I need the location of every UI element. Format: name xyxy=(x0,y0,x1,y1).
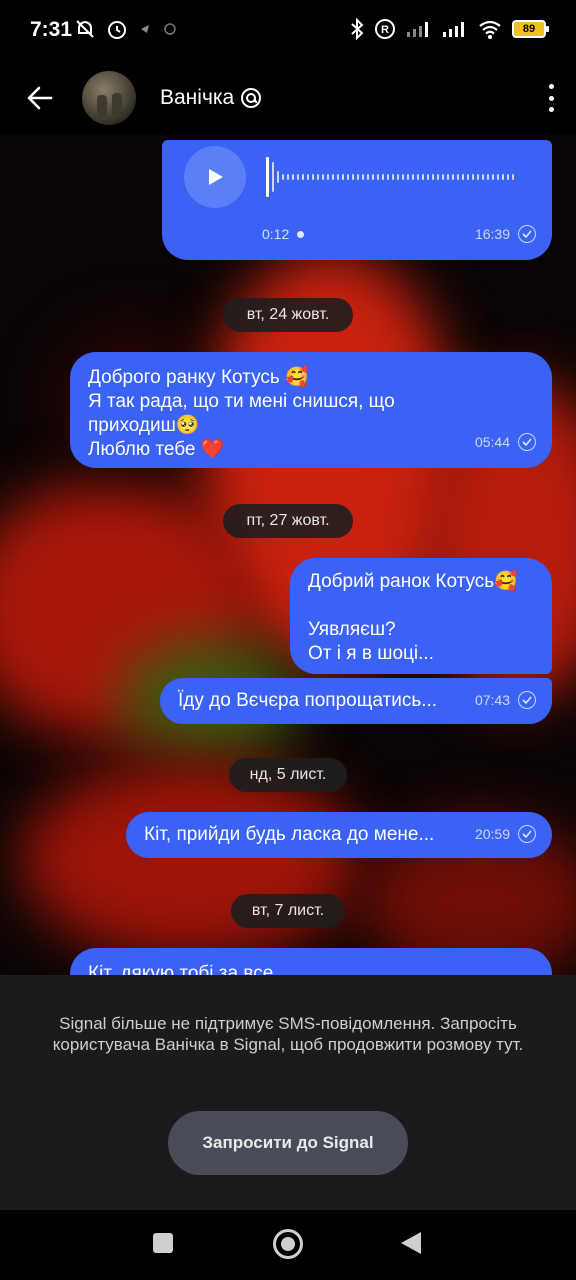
conversation-header: Ванічка xyxy=(0,62,576,134)
message-text-line: Люблю тебе ❤️ xyxy=(88,439,225,460)
date-separator: вт, 7 лист. xyxy=(231,894,345,928)
date-separator: пт, 27 жовт. xyxy=(223,504,353,538)
message-text-line: Доброго ранку Котусь 🥰 xyxy=(88,367,309,388)
status-time: 7:31 xyxy=(30,18,73,41)
signal-icon xyxy=(406,18,432,40)
message-meta: 16:39 xyxy=(475,222,536,246)
system-back-button[interactable] xyxy=(401,1232,421,1254)
sync-icon xyxy=(162,18,178,40)
contact-name-label: Ванічка xyxy=(160,86,235,109)
battery-icon: 89 xyxy=(512,20,549,38)
message-text-line: Добрий ранок Котусь🥰 xyxy=(308,571,518,592)
voice-waveform[interactable] xyxy=(266,154,526,200)
date-label: пт, 27 жовт. xyxy=(246,512,330,529)
date-separator: вт, 24 жовт. xyxy=(223,298,353,332)
play-button[interactable] xyxy=(184,146,246,208)
message-bubble[interactable]: Доброго ранку Котусь 🥰 Я так рада, що ти… xyxy=(70,352,552,468)
play-icon xyxy=(209,169,223,185)
message-text-line: Я так рада, що ти мені снишся, що xyxy=(88,391,395,412)
status-right-icons: R 89 xyxy=(350,17,549,41)
roaming-icon: R xyxy=(374,18,396,40)
status-left-icons xyxy=(74,18,178,40)
signal-icon xyxy=(442,18,468,40)
bluetooth-icon xyxy=(350,17,364,41)
voice-duration: 0:12 xyxy=(262,222,305,246)
check-icon xyxy=(518,225,536,243)
system-navigation-bar xyxy=(0,1210,576,1280)
message-text-line: От і я в шоці... xyxy=(308,643,434,664)
message-text-line: Уявляєш? xyxy=(308,619,396,640)
back-button[interactable] xyxy=(20,78,60,118)
message-text-line xyxy=(308,594,534,618)
date-label: вт, 7 лист. xyxy=(251,902,325,919)
message-bubble[interactable]: Кіт, прийди будь ласка до мене... 20:59 xyxy=(126,812,552,858)
signal-at-icon xyxy=(241,88,262,108)
message-meta: 07:43 xyxy=(475,688,536,712)
voice-duration-label: 0:12 xyxy=(262,226,290,242)
alarm-icon xyxy=(106,18,128,40)
home-icon xyxy=(281,1237,295,1251)
message-meta: 20:59 xyxy=(475,822,536,846)
unplayed-dot xyxy=(297,230,305,238)
message-time: 05:44 xyxy=(474,434,510,450)
more-options-button[interactable] xyxy=(544,80,558,116)
recents-button[interactable] xyxy=(153,1233,173,1253)
date-label: вт, 24 жовт. xyxy=(246,306,330,323)
muted-icon xyxy=(74,18,96,40)
voice-message-bubble[interactable]: 0:12 16:39 xyxy=(162,140,552,260)
check-icon xyxy=(518,825,536,843)
svg-text:R: R xyxy=(381,24,389,36)
arrow-left-icon xyxy=(27,86,53,110)
date-separator: нд, 5 лист. xyxy=(229,758,347,792)
message-meta: 05:44 xyxy=(475,430,536,454)
invite-button-label: Запросити до Signal xyxy=(202,1133,374,1152)
message-time: 07:43 xyxy=(474,692,510,708)
location-icon xyxy=(138,18,152,40)
home-button[interactable] xyxy=(273,1229,303,1259)
sms-unsupported-panel: Signal більше не підтримує SMS-повідомле… xyxy=(0,975,576,1210)
sms-notice-text: Signal більше не підтримує SMS-повідомле… xyxy=(52,1014,524,1054)
message-bubble[interactable]: Добрий ранок Котусь🥰 Уявляєш? От і я в ш… xyxy=(290,558,552,674)
check-icon xyxy=(518,433,536,451)
message-text-line: приходиш🥺 xyxy=(88,415,200,436)
date-label: нд, 5 лист. xyxy=(249,766,327,783)
contact-name[interactable]: Ванічка xyxy=(160,86,262,110)
message-bubble[interactable]: Їду до Вєчєра попрощатись... 07:43 xyxy=(160,678,552,724)
check-icon xyxy=(518,691,536,709)
invite-to-signal-button[interactable]: Запросити до Signal xyxy=(168,1111,408,1175)
wifi-icon xyxy=(478,18,502,40)
message-time: 16:39 xyxy=(474,226,510,242)
avatar[interactable] xyxy=(82,71,136,125)
message-time: 20:59 xyxy=(474,826,510,842)
status-bar: 7:31 R 89 xyxy=(0,0,576,62)
more-vertical-icon xyxy=(548,84,554,89)
